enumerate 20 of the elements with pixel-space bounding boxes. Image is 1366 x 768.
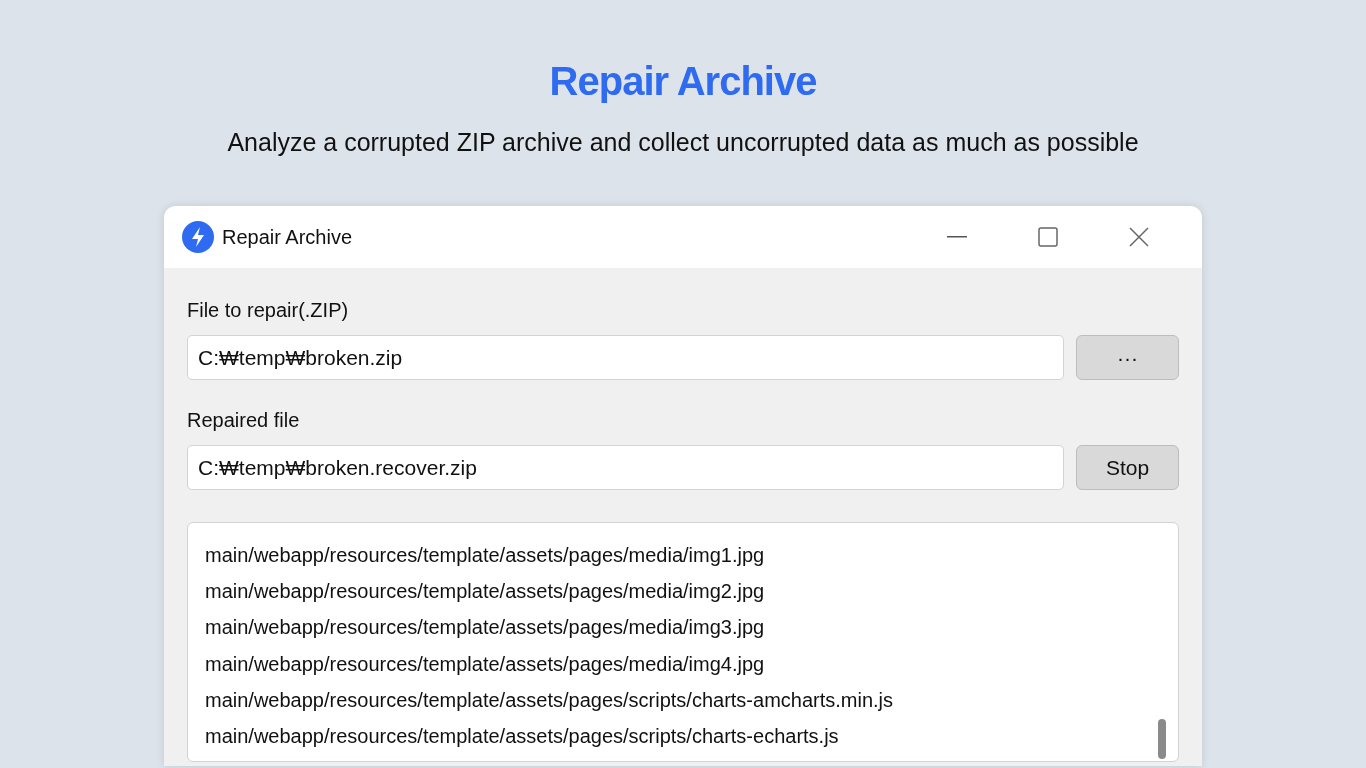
file-path: main/webapp/resources/template/assets/pages/media/img1.jpg [205, 544, 765, 566]
field-label: Repaired file [187, 408, 301, 432]
lightning-icon [182, 221, 214, 253]
field-label: File to repair(.ZIP) [187, 298, 350, 322]
scrollbar-thumb[interactable] [1158, 719, 1166, 759]
close-icon [1128, 227, 1149, 247]
path-field[interactable]: C:₩temp₩broken.recover.zip [187, 445, 1064, 490]
window-title: Repair Archive [222, 225, 353, 250]
path-field[interactable]: C:₩temp₩broken.zip [187, 335, 1064, 380]
page-subtitle: Analyze a corrupted ZIP archive and collect uncorrupted data as much as possible [227, 127, 1139, 158]
file-path: main/webapp/resources/template/assets/pages/media/img2.jpg [205, 580, 765, 603]
file-path: main/webapp/resources/template/assets/pages/scripts/charts-echarts.js [205, 725, 839, 747]
stop-button[interactable]: Stop [1076, 445, 1179, 490]
page-title: Repair Archive [549, 58, 817, 104]
maximize-icon [1037, 227, 1058, 247]
file-path: main/webapp/resources/template/assets/pages/media/img4.jpg [205, 652, 765, 675]
minimize-icon [946, 236, 967, 238]
browse-button[interactable]: ··· [1076, 335, 1179, 380]
file-path: main/webapp/resources/template/assets/pages/scripts/charts-amcharts.min.js [205, 688, 894, 711]
file-path: main/webapp/resources/template/assets/pages/media/img3.jpg [205, 616, 765, 639]
